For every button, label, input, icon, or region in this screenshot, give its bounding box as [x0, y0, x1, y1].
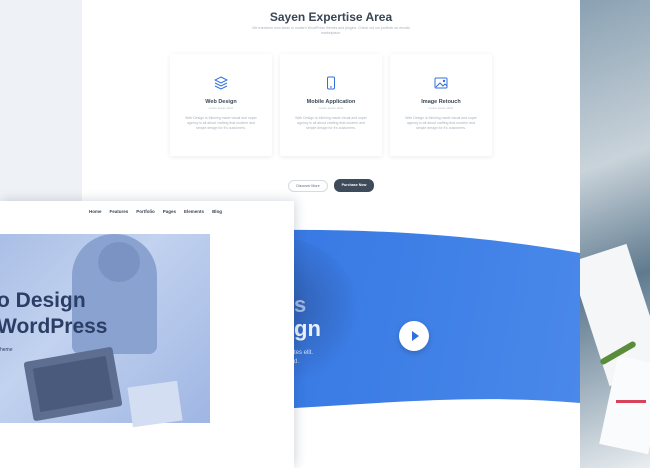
nav-item-elements[interactable]: Elements [184, 209, 204, 214]
card-subtitle: Lorem ipsum dolor [318, 106, 344, 110]
hero-subtitle: heme [0, 347, 13, 353]
card-description: Web Design is thinking made visual and s… [405, 116, 477, 130]
hero-text-fragment: d. [294, 359, 300, 365]
background-photo [569, 0, 650, 468]
card-title: Image Retouch [421, 99, 461, 105]
red-mark [616, 400, 646, 403]
card-subtitle: Lorem ipsum dolor [208, 106, 234, 110]
card-description: Web Design is thinking made visual and s… [295, 116, 367, 130]
mobile-icon [327, 76, 335, 90]
nav-item-pages[interactable]: Pages [163, 209, 176, 214]
section-subtitle: We transform new ideas to modern WordPre… [252, 26, 410, 35]
hero-title-fragment: s [294, 292, 307, 317]
nav-item-portfolio[interactable]: Portfolio [136, 209, 155, 214]
hero-text-fragment: tes elit. [294, 350, 314, 356]
hero-title-fragment: gn [294, 316, 321, 341]
service-card-mobile-application[interactable]: Mobile Application Lorem ipsum dolor Web… [280, 54, 382, 156]
service-card-web-design[interactable]: Web Design Lorem ipsum dolor Web Design … [170, 54, 272, 156]
nav-item-home[interactable]: Home [89, 209, 102, 214]
layers-icon [214, 76, 228, 90]
nav-item-blog[interactable]: Blog [212, 209, 222, 214]
paper-image [127, 380, 183, 428]
hero-title-line-1: o Design [0, 289, 86, 312]
section-title: Sayen Expertise Area [269, 10, 393, 24]
template-preview-home: Home Features Portfolio Pages Elements B… [0, 201, 294, 468]
purchase-now-button[interactable]: Purchase Now [334, 179, 374, 192]
card-subtitle: Lorem ipsum dolor [428, 106, 454, 110]
card-title: Mobile Application [306, 99, 356, 105]
laptop-image [23, 346, 123, 422]
nav-item-features[interactable]: Features [110, 209, 129, 214]
discover-more-button[interactable]: Discover More [288, 180, 328, 192]
hero-title-line-2: WordPress [0, 315, 108, 338]
card-title: Web Design [205, 99, 237, 105]
play-video-button[interactable] [399, 321, 429, 351]
main-nav: Home Features Portfolio Pages Elements B… [89, 209, 222, 214]
card-description: Web Design is thinking made visual and s… [185, 116, 257, 130]
person-head [98, 242, 140, 282]
service-card-image-retouch[interactable]: Image Retouch Lorem ipsum dolor Web Desi… [390, 54, 492, 156]
image-icon [434, 77, 448, 89]
